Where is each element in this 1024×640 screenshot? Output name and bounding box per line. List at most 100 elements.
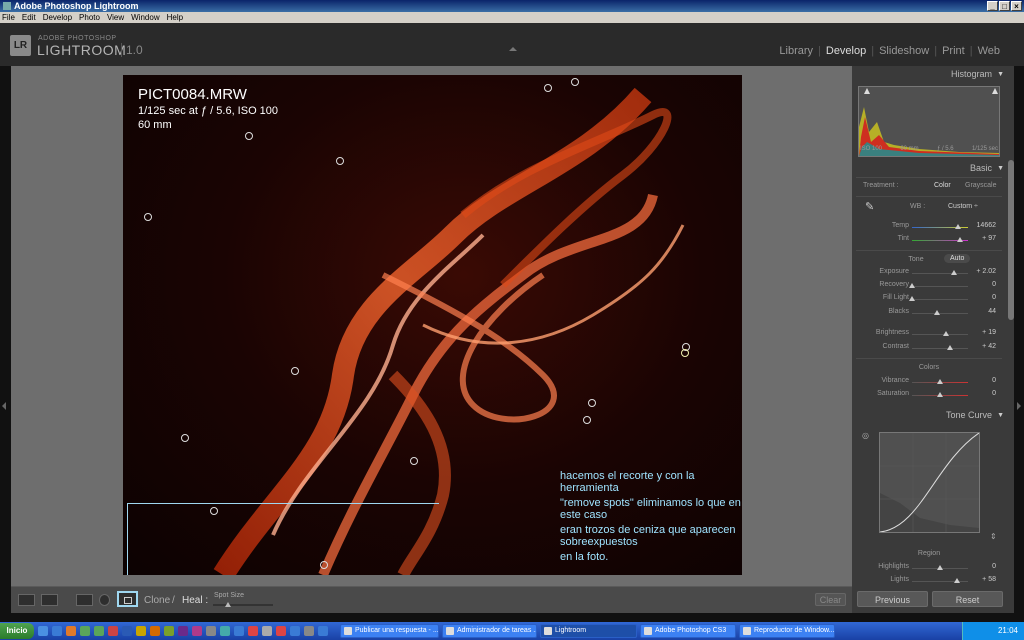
- spot-marker[interactable]: [144, 213, 152, 221]
- basic-header[interactable]: Basic: [852, 161, 1006, 176]
- task-task-manager[interactable]: Administrador de tareas ...: [442, 624, 537, 638]
- saturation-value[interactable]: 0: [992, 390, 996, 397]
- collapse-right-arrow-icon[interactable]: [1017, 402, 1021, 410]
- close-button[interactable]: ×: [1011, 1, 1022, 11]
- quicklaunch-icon[interactable]: [318, 626, 328, 636]
- temp-slider[interactable]: Temp 14662: [858, 221, 1000, 233]
- clock[interactable]: 21:04: [998, 626, 1018, 635]
- temp-thumb[interactable]: [954, 224, 961, 229]
- blacks-slider[interactable]: Blacks 44: [858, 307, 1000, 319]
- quicklaunch-icon[interactable]: [94, 626, 104, 636]
- saturation-thumb[interactable]: [937, 392, 943, 397]
- brightness-track[interactable]: [912, 334, 968, 335]
- saturation-slider[interactable]: Saturation 0: [858, 389, 1000, 401]
- menu-photo[interactable]: Photo: [79, 13, 100, 22]
- spot-marker[interactable]: [571, 78, 579, 86]
- fill-light-thumb[interactable]: [909, 296, 915, 301]
- quicklaunch-icon[interactable]: [276, 626, 286, 636]
- quicklaunch-icon[interactable]: [290, 626, 300, 636]
- tone-curve-header[interactable]: Tone Curve: [852, 408, 1006, 423]
- quicklaunch-icon[interactable]: [220, 626, 230, 636]
- task-lightroom[interactable]: Lightroom: [540, 624, 637, 638]
- lights-slider[interactable]: Lights + 58: [858, 575, 1000, 587]
- brightness-slider[interactable]: Brightness + 19: [858, 328, 1000, 340]
- recovery-track[interactable]: [912, 286, 968, 287]
- quicklaunch-icon[interactable]: [178, 626, 188, 636]
- minimize-button[interactable]: _: [987, 1, 998, 11]
- quicklaunch-icon[interactable]: [150, 626, 160, 636]
- spot-size-thumb[interactable]: [225, 602, 231, 607]
- smoke-photo[interactable]: PICT0084.MRW 1/125 sec at ƒ / 5.6, ISO 1…: [123, 75, 742, 575]
- fill-light-slider[interactable]: Fill Light 0: [858, 293, 1000, 305]
- quicklaunch-icon[interactable]: [80, 626, 90, 636]
- maximize-button[interactable]: □: [999, 1, 1010, 11]
- menu-view[interactable]: View: [107, 13, 124, 22]
- eyedropper-icon[interactable]: ✎: [865, 200, 874, 213]
- quicklaunch-icon[interactable]: [206, 626, 216, 636]
- exposure-track[interactable]: [912, 273, 968, 274]
- quicklaunch-icon[interactable]: [192, 626, 202, 636]
- menu-window[interactable]: Window: [131, 13, 159, 22]
- shadow-clip-icon[interactable]: [864, 88, 870, 94]
- wb-select[interactable]: Custom ÷: [948, 203, 978, 210]
- brightness-thumb[interactable]: [942, 331, 949, 336]
- recovery-thumb[interactable]: [909, 283, 915, 288]
- heal-mode[interactable]: Heal :: [182, 595, 208, 606]
- exposure-thumb[interactable]: [951, 270, 957, 275]
- task-browser[interactable]: Publicar una respuesta - ...: [340, 624, 439, 638]
- vibrance-thumb[interactable]: [937, 379, 943, 384]
- tint-thumb[interactable]: [956, 237, 963, 242]
- tone-curve-graph[interactable]: [879, 432, 980, 533]
- lights-thumb[interactable]: [953, 578, 960, 583]
- expand-icon[interactable]: ⇕: [990, 532, 997, 541]
- quicklaunch-icon[interactable]: [136, 626, 146, 636]
- tint-slider[interactable]: Tint + 97: [858, 234, 1000, 246]
- menu-help[interactable]: Help: [167, 13, 183, 22]
- loupe-view-button[interactable]: [18, 594, 35, 606]
- right-panel-scrollbar[interactable]: [1008, 160, 1014, 320]
- module-web[interactable]: Web: [978, 45, 1000, 57]
- quicklaunch-icon[interactable]: [66, 626, 76, 636]
- vibrance-slider[interactable]: Vibrance 0: [858, 376, 1000, 388]
- quicklaunch-icon[interactable]: [304, 626, 314, 636]
- spot-marker[interactable]: [245, 132, 253, 140]
- lights-value[interactable]: + 58: [982, 576, 996, 583]
- brightness-value[interactable]: + 19: [982, 329, 996, 336]
- module-library[interactable]: Library: [779, 45, 813, 57]
- treatment-color[interactable]: Color: [934, 182, 951, 189]
- highlights-value[interactable]: 0: [992, 563, 996, 570]
- spot-marker[interactable]: [291, 367, 299, 375]
- histogram-header[interactable]: Histogram: [852, 67, 1006, 82]
- target-adjust-icon[interactable]: ◎: [862, 431, 869, 440]
- tint-value[interactable]: + 97: [982, 235, 996, 242]
- quicklaunch-icon[interactable]: [52, 626, 62, 636]
- clone-mode[interactable]: Clone: [144, 595, 170, 606]
- contrast-thumb[interactable]: [947, 345, 954, 350]
- spot-marker[interactable]: [320, 561, 328, 569]
- module-develop[interactable]: Develop: [826, 45, 866, 57]
- blacks-value[interactable]: 44: [988, 308, 996, 315]
- auto-tone-button[interactable]: Auto: [944, 254, 971, 263]
- temp-value[interactable]: 14662: [977, 222, 996, 229]
- quicklaunch-icon[interactable]: [122, 626, 132, 636]
- quicklaunch-icon[interactable]: [38, 626, 48, 636]
- menu-develop[interactable]: Develop: [43, 13, 72, 22]
- contrast-track[interactable]: [912, 348, 968, 349]
- recovery-value[interactable]: 0: [992, 281, 996, 288]
- spot-marker[interactable]: [544, 84, 552, 92]
- treatment-grayscale[interactable]: Grayscale: [965, 182, 997, 189]
- highlights-thumb[interactable]: [937, 565, 943, 570]
- remove-spots-tool-button[interactable]: [117, 591, 138, 607]
- contrast-value[interactable]: + 42: [982, 343, 996, 350]
- collapse-top-arrow-icon[interactable]: [509, 47, 517, 51]
- recovery-slider[interactable]: Recovery 0: [858, 280, 1000, 292]
- spot-marker[interactable]: [588, 399, 596, 407]
- exposure-slider[interactable]: Exposure + 2.02: [858, 267, 1000, 279]
- quicklaunch-icon[interactable]: [248, 626, 258, 636]
- vibrance-value[interactable]: 0: [992, 377, 996, 384]
- quicklaunch-icon[interactable]: [108, 626, 118, 636]
- task-photoshop[interactable]: Adobe Photoshop CS3: [640, 624, 736, 638]
- spot-marker-selected[interactable]: [681, 349, 689, 357]
- exposure-value[interactable]: + 2.02: [976, 268, 996, 275]
- highlights-slider[interactable]: Highlights 0: [858, 562, 1000, 574]
